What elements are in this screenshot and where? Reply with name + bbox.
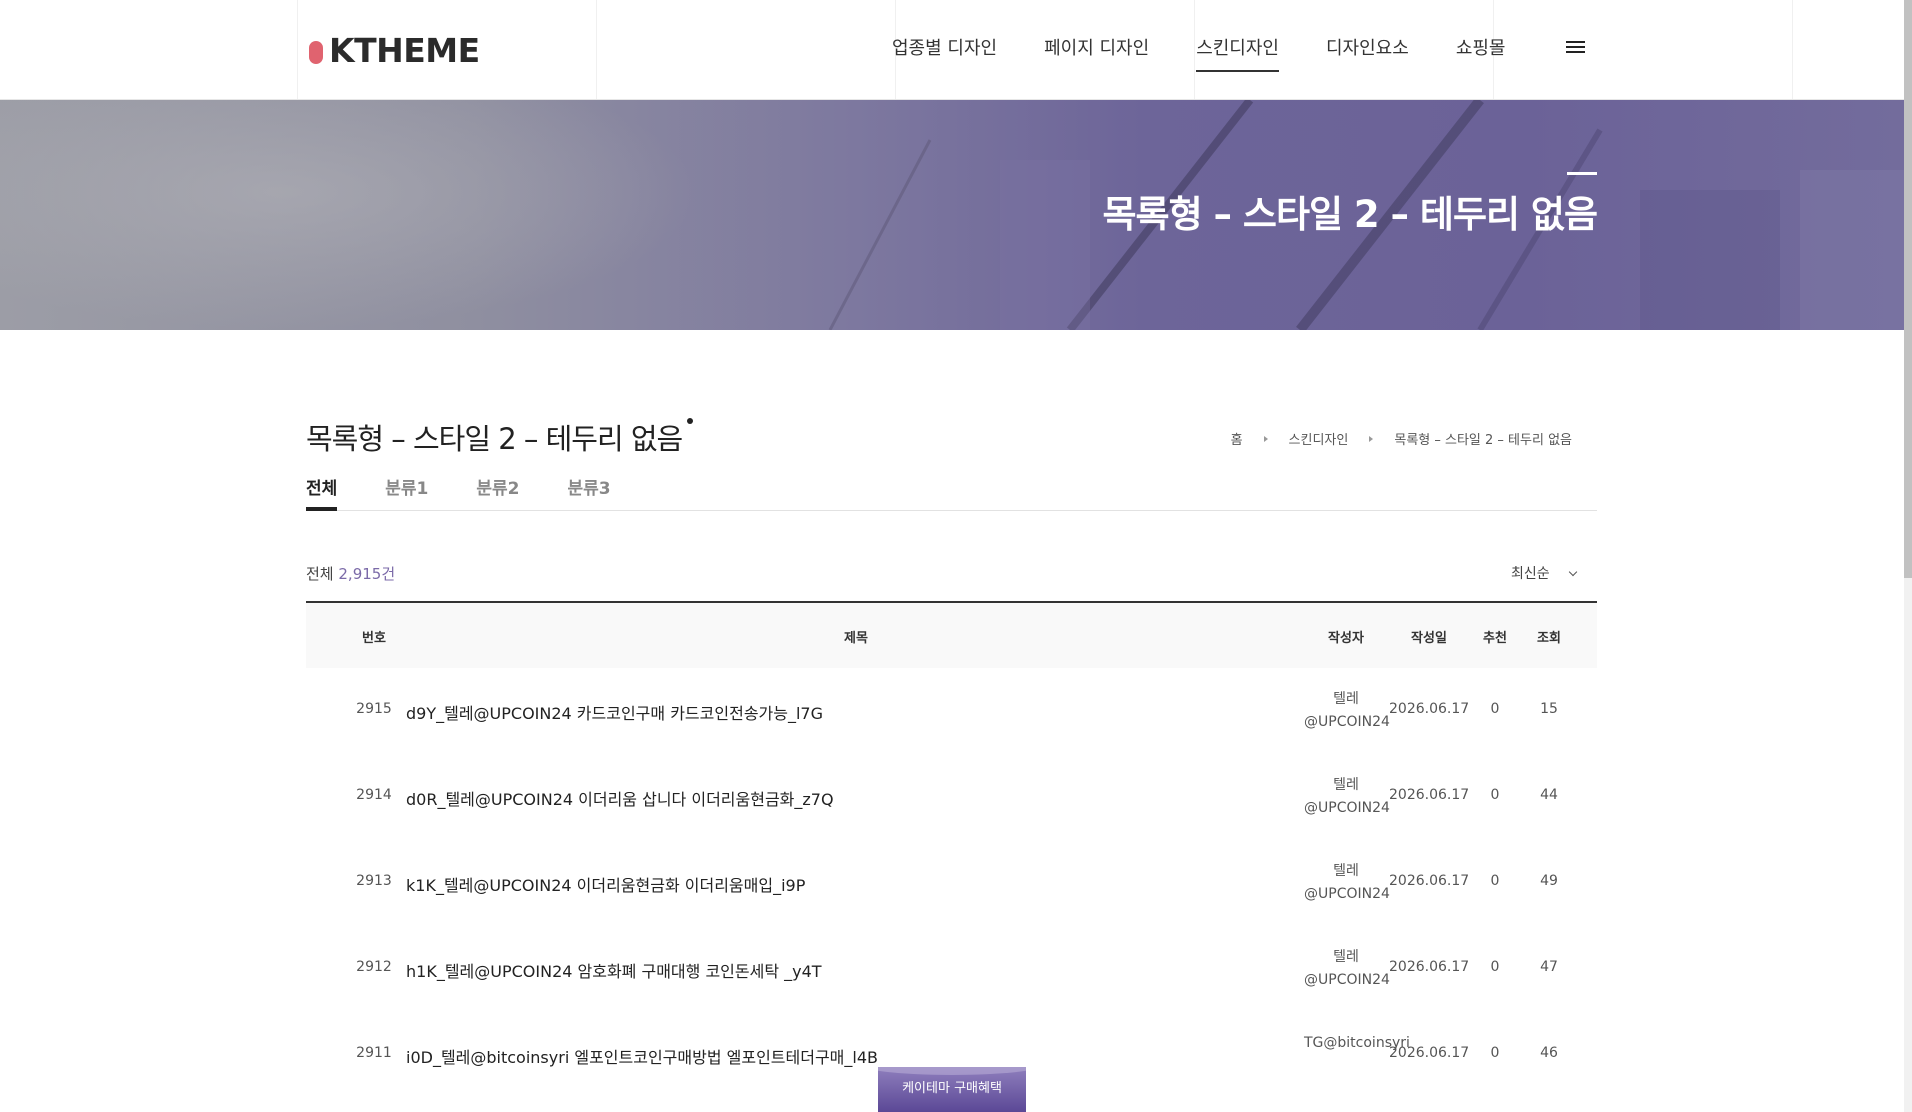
header-number: 번호: [362, 631, 386, 646]
header-date: 작성일: [1411, 631, 1447, 646]
breadcrumb: 홈 스킨디자인 목록형 – 스타일 2 – 테두리 없음: [1231, 429, 1572, 448]
main-nav: 업종별 디자인 페이지 디자인 스킨디자인 디자인요소 쇼핑몰: [892, 34, 1553, 72]
row-author: TG@bitcoinsyri: [1304, 1035, 1410, 1051]
total-label: 전체: [306, 565, 334, 583]
category-tabs: 전체 분류1 분류2 분류3: [306, 474, 1597, 511]
page-title-text: 목록형 – 스타일 2 – 테두리 없음: [306, 422, 683, 456]
button-wave-decoration: [878, 1067, 1026, 1075]
row-date: 2026.06.17: [1389, 873, 1470, 889]
title-dot-icon: [687, 418, 694, 424]
row-author: 텔레@UPCOIN24: [1304, 691, 1390, 730]
tab-category-1[interactable]: 분류1: [385, 474, 428, 510]
nav-item-shopping-mall[interactable]: 쇼핑몰: [1456, 34, 1506, 60]
header-title: 제목: [844, 631, 868, 646]
header-gridline: [596, 0, 597, 99]
row-title-link[interactable]: d9Y_텔레@UPCOIN24 카드코인구매 카드코인전송가능_l7G: [406, 700, 823, 724]
sort-selected: 최신순: [1511, 566, 1550, 582]
breadcrumb-arrow-icon: [1263, 435, 1268, 442]
row-views: 46: [1540, 1045, 1558, 1061]
row-number: 2912: [356, 959, 392, 975]
row-likes: 0: [1490, 1045, 1500, 1061]
row-number: 2914: [356, 787, 392, 803]
table-row[interactable]: 2914 d0R_텔레@UPCOIN24 이더리움 삽니다 이더리움현금화_z7…: [306, 754, 1597, 840]
row-likes: 0: [1490, 873, 1500, 889]
purchase-benefit-label: 케이테마 구매혜택: [902, 1081, 1002, 1096]
nav-item-skin-design[interactable]: 스킨디자인: [1196, 34, 1279, 72]
tab-all[interactable]: 전체: [306, 474, 338, 511]
row-views: 44: [1540, 787, 1558, 803]
table-row[interactable]: 2912 h1K_텔레@UPCOIN24 암호화폐 구매대행 코인돈세탁 _y4…: [306, 926, 1597, 1012]
breadcrumb-skin-design[interactable]: 스킨디자인: [1289, 429, 1349, 448]
nav-item-design-elements[interactable]: 디자인요소: [1326, 34, 1409, 60]
row-title-link[interactable]: h1K_텔레@UPCOIN24 암호화폐 구매대행 코인돈세탁 _y4T: [406, 958, 822, 982]
row-author: 텔레@UPCOIN24: [1304, 863, 1390, 902]
hero-banner: 목록형 – 스타일 2 – 테두리 없음: [0, 100, 1904, 330]
row-likes: 0: [1490, 787, 1500, 803]
nav-item-page-design[interactable]: 페이지 디자인: [1044, 34, 1149, 60]
breadcrumb-home[interactable]: 홈: [1231, 429, 1243, 448]
row-views: 47: [1540, 959, 1558, 975]
scrollbar-thumb[interactable]: [1904, 0, 1912, 578]
row-title-link[interactable]: d0R_텔레@UPCOIN24 이더리움 삽니다 이더리움현금화_z7Q: [406, 786, 834, 810]
row-views: 49: [1540, 873, 1558, 889]
hero-accent-line: [1567, 172, 1597, 175]
breadcrumb-current: 목록형 – 스타일 2 – 테두리 없음: [1394, 433, 1572, 448]
hero-building-graphic: [828, 100, 1904, 330]
row-date: 2026.06.17: [1389, 959, 1470, 975]
nav-item-industry-design[interactable]: 업종별 디자인: [892, 34, 997, 60]
table-header: 번호 제목 작성자 작성일 추천 조회: [306, 603, 1597, 668]
row-likes: 0: [1490, 701, 1500, 717]
header-gridline: [297, 0, 298, 99]
row-author: 텔레@UPCOIN24: [1304, 777, 1390, 816]
row-date: 2026.06.17: [1389, 701, 1470, 717]
menu-icon[interactable]: [1566, 41, 1585, 55]
logo-dot-icon: [309, 40, 323, 64]
tab-category-2[interactable]: 분류2: [476, 474, 519, 510]
breadcrumb-arrow-icon: [1369, 435, 1374, 442]
row-title-link[interactable]: i0D_텔레@bitcoinsyri 엘포인트코인구매방법 엘포인트테더구매_l…: [406, 1044, 878, 1068]
chevron-down-icon: [1568, 567, 1577, 577]
row-number: 2911: [356, 1045, 392, 1061]
total-count: 전체 2,915건: [306, 563, 395, 584]
header-author: 작성자: [1328, 631, 1364, 646]
header-gridline: [1792, 0, 1793, 99]
row-views: 15: [1540, 701, 1558, 717]
row-date: 2026.06.17: [1389, 787, 1470, 803]
site-logo[interactable]: KTHEME: [309, 30, 480, 70]
header-views: 조회: [1537, 631, 1561, 646]
row-number: 2913: [356, 873, 392, 889]
tab-category-3[interactable]: 분류3: [568, 474, 611, 510]
site-header: KTHEME 업종별 디자인 페이지 디자인 스킨디자인 디자인요소 쇼핑몰: [0, 0, 1904, 100]
sort-select[interactable]: 최신순: [1511, 563, 1577, 583]
purchase-benefit-button[interactable]: 케이테마 구매혜택: [878, 1067, 1026, 1112]
table-row[interactable]: 2913 k1K_텔레@UPCOIN24 이더리움현금화 이더리움매입_i9P …: [306, 840, 1597, 926]
total-number: 2,915건: [338, 565, 396, 583]
row-author: 텔레@UPCOIN24: [1304, 949, 1390, 988]
hero-title: 목록형 – 스타일 2 – 테두리 없음: [1102, 193, 1598, 236]
row-date: 2026.06.17: [1389, 1045, 1470, 1061]
row-title-link[interactable]: k1K_텔레@UPCOIN24 이더리움현금화 이더리움매입_i9P: [406, 872, 805, 896]
page-title: 목록형 – 스타일 2 – 테두리 없음: [306, 416, 694, 458]
table-row[interactable]: 2915 d9Y_텔레@UPCOIN24 카드코인구매 카드코인전송가능_l7G…: [306, 668, 1597, 754]
header-likes: 추천: [1483, 631, 1507, 646]
row-likes: 0: [1490, 959, 1500, 975]
row-number: 2915: [356, 701, 392, 717]
logo-text: KTHEME: [329, 30, 480, 70]
